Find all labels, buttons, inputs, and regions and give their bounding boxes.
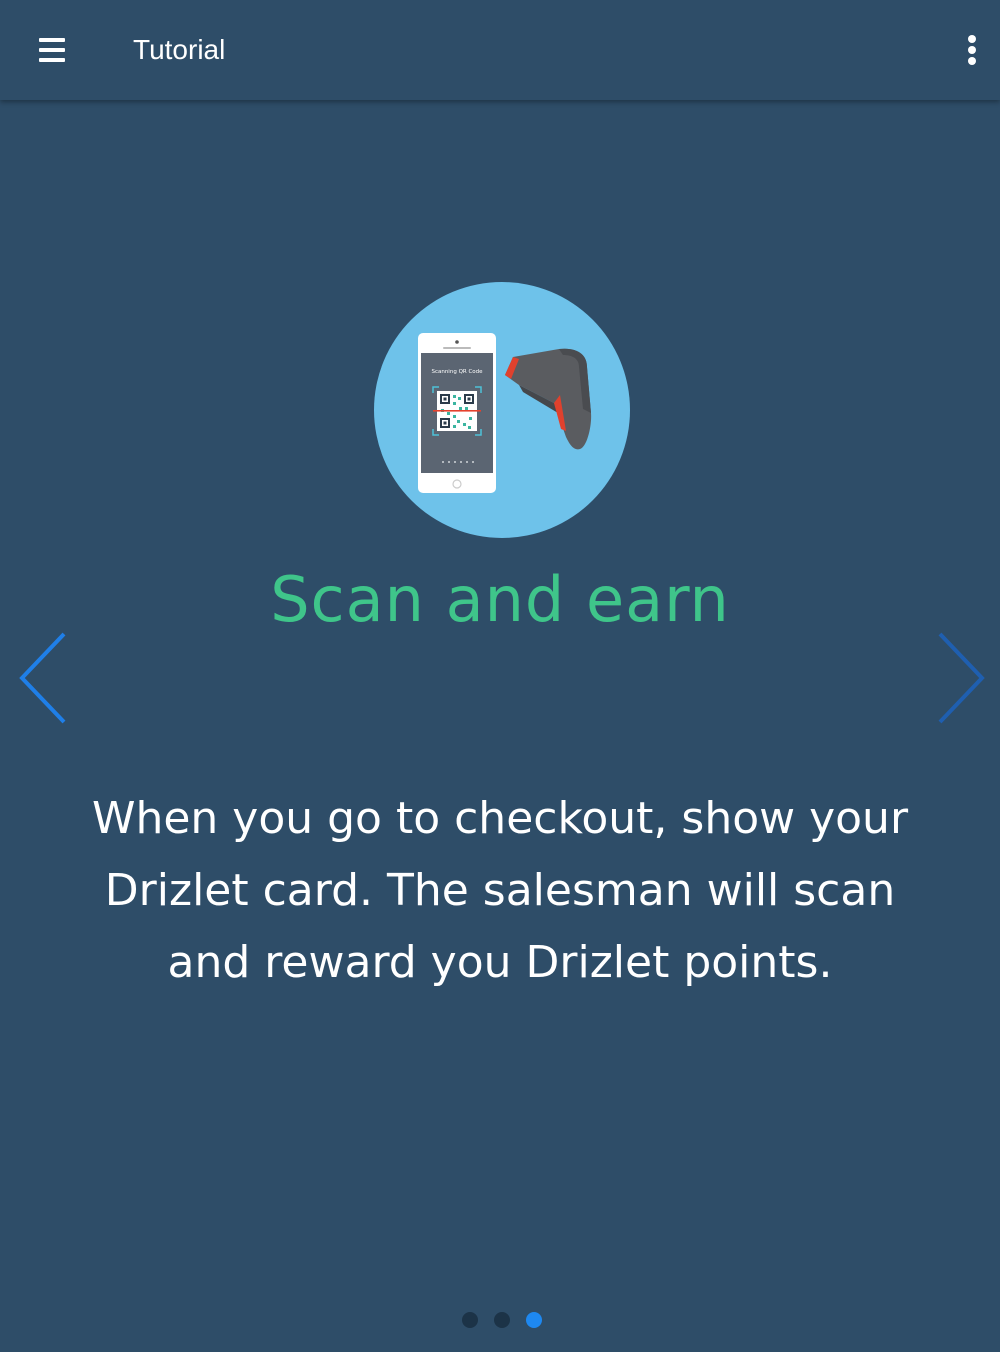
slide-title: Scan and earn: [270, 563, 730, 636]
slide-description: When you go to checkout, show your Drizl…: [91, 793, 909, 988]
chevron-left-icon[interactable]: [12, 630, 72, 726]
more-vert-icon[interactable]: [952, 25, 992, 75]
hamburger-menu-icon[interactable]: [22, 20, 82, 80]
phone-caption: Scanning QR Code: [431, 369, 483, 375]
app-bar: Tutorial: [0, 0, 1000, 100]
scan-illustration: Scanning QR Code: [374, 282, 630, 538]
pagination-dot-1[interactable]: [462, 1312, 478, 1328]
chevron-right-icon[interactable]: [932, 630, 992, 726]
illustration-circle: [374, 282, 630, 538]
pagination-dot-2[interactable]: [494, 1312, 510, 1328]
pagination-dots: [460, 1310, 550, 1330]
pagination-dot-3-active[interactable]: [526, 1312, 542, 1328]
page-title: Tutorial: [133, 34, 226, 65]
tutorial-slide: Scanning QR Code Scan and earn When you …: [0, 100, 1000, 1352]
phone-icon: Scanning QR Code: [418, 333, 496, 493]
